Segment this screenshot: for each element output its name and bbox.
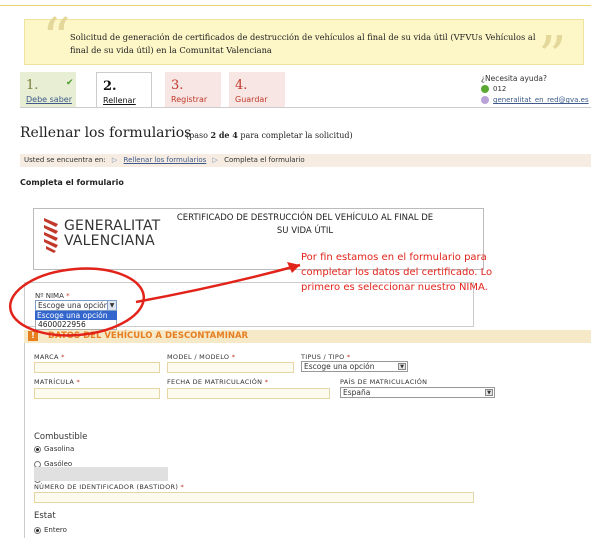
open-quote-icon: “ bbox=[42, 7, 71, 72]
step-number: 2. bbox=[103, 79, 117, 94]
modelo-input[interactable] bbox=[167, 362, 294, 373]
help-phone: 012 bbox=[481, 85, 506, 93]
help-email[interactable]: generalitat_en_red@gva.es bbox=[481, 96, 589, 104]
breadcrumb-arrow-icon: ▷ bbox=[212, 156, 218, 164]
step-number: 3. bbox=[171, 78, 184, 93]
marca-label: MARCA * bbox=[34, 353, 65, 361]
step-debe-saber[interactable]: 1. ✔ Debe saber bbox=[20, 72, 76, 107]
fecha-input[interactable] bbox=[167, 388, 330, 399]
chevron-down-icon[interactable]: ▼ bbox=[485, 389, 493, 396]
steps-divider bbox=[20, 107, 591, 108]
radio-button[interactable] bbox=[34, 445, 41, 453]
breadcrumb-item-current: Completa el formulario bbox=[224, 156, 305, 164]
warning-icon: ! bbox=[28, 331, 38, 341]
breadcrumb: Usted se encuentra en: ▷ Rellenar los fo… bbox=[20, 154, 591, 167]
bastidor-input[interactable] bbox=[34, 492, 474, 503]
step-number: 4. bbox=[235, 78, 248, 93]
step-number: 1. bbox=[26, 78, 39, 93]
annotation-text: Por fin estamos en el formulario para co… bbox=[301, 252, 493, 293]
page-subtitle: (paso 2 de 4 para completar la solicitud… bbox=[186, 130, 353, 140]
step-label: Registrar bbox=[171, 95, 208, 104]
matricula-input[interactable] bbox=[34, 388, 160, 399]
generalitat-logo-text: GENERALITAT VALENCIANA bbox=[64, 218, 161, 249]
combustible-label: Combustible bbox=[34, 432, 88, 442]
matricula-label: MATRÍCULA * bbox=[34, 378, 81, 386]
nima-option[interactable]: Escoge una opción bbox=[35, 311, 117, 320]
help-title: ¿Necesita ayuda? bbox=[481, 74, 547, 83]
step-rellenar[interactable]: 2. Rellenar bbox=[96, 72, 152, 108]
step-label: Guardar bbox=[235, 95, 268, 104]
bastidor-label: NÚMERO DE IDENTIFICADOR (BASTIDOR) * bbox=[34, 483, 185, 491]
marca-input[interactable] bbox=[34, 362, 160, 373]
radio-entero[interactable]: Entero bbox=[34, 526, 67, 534]
mail-icon bbox=[481, 96, 489, 104]
breadcrumb-arrow-icon: ▷ bbox=[111, 156, 118, 164]
banner-text: Solicitud de generación de certificados … bbox=[70, 32, 536, 55]
check-icon: ✔ bbox=[66, 78, 74, 88]
step-registrar: 3. Registrar bbox=[165, 72, 221, 107]
certificate-title: CERTIFICADO DE DESTRUCCIÓN DEL VEHÍCULO … bbox=[176, 213, 434, 236]
radio-gasolina[interactable]: Gasolina bbox=[34, 445, 74, 453]
nima-option[interactable]: 4600022956 bbox=[35, 320, 117, 330]
step-guardar: 4. Guardar bbox=[229, 72, 285, 107]
pais-select[interactable]: España ▼ bbox=[340, 387, 495, 398]
step-label[interactable]: Debe saber bbox=[26, 95, 72, 104]
top-divider bbox=[0, 5, 591, 6]
chevron-down-icon[interactable]: ▼ bbox=[398, 363, 406, 370]
pais-label: PAÍS DE MATRICULACIÓN bbox=[340, 378, 428, 386]
tipus-label: TIPUS / TIPO * bbox=[301, 353, 351, 361]
otros-text-field[interactable] bbox=[34, 467, 168, 481]
phone-number: 012 bbox=[493, 85, 507, 93]
chevron-down-icon[interactable]: ▼ bbox=[107, 301, 116, 310]
section-title: Completa el formulario bbox=[20, 178, 124, 187]
nima-label: Nº NIMA * bbox=[35, 292, 70, 300]
nima-select[interactable]: Escoge una opción ▼ bbox=[35, 300, 117, 311]
modelo-label: MODEL / MODELO * bbox=[167, 353, 236, 361]
page-title: Rellenar los formularios bbox=[20, 125, 192, 141]
radio-button[interactable] bbox=[34, 526, 41, 534]
vehicle-section-title: DATOS DEL VEHÍCULO A DESCONTAMINAR bbox=[48, 331, 249, 341]
email-link[interactable]: generalitat_en_red@gva.es bbox=[493, 96, 589, 104]
generalitat-logo-icon bbox=[44, 218, 58, 253]
breadcrumb-item-rellenar[interactable]: Rellenar los formularios bbox=[124, 156, 207, 164]
phone-icon bbox=[481, 85, 489, 93]
breadcrumb-prefix: Usted se encuentra en: bbox=[24, 156, 106, 164]
tipus-select[interactable]: Escoge una opción ▼ bbox=[301, 361, 408, 372]
step-label[interactable]: Rellenar bbox=[103, 96, 136, 105]
estat-label: Estat bbox=[34, 511, 56, 521]
fecha-label: FECHA DE MATRICULACIÓN * bbox=[167, 378, 269, 386]
